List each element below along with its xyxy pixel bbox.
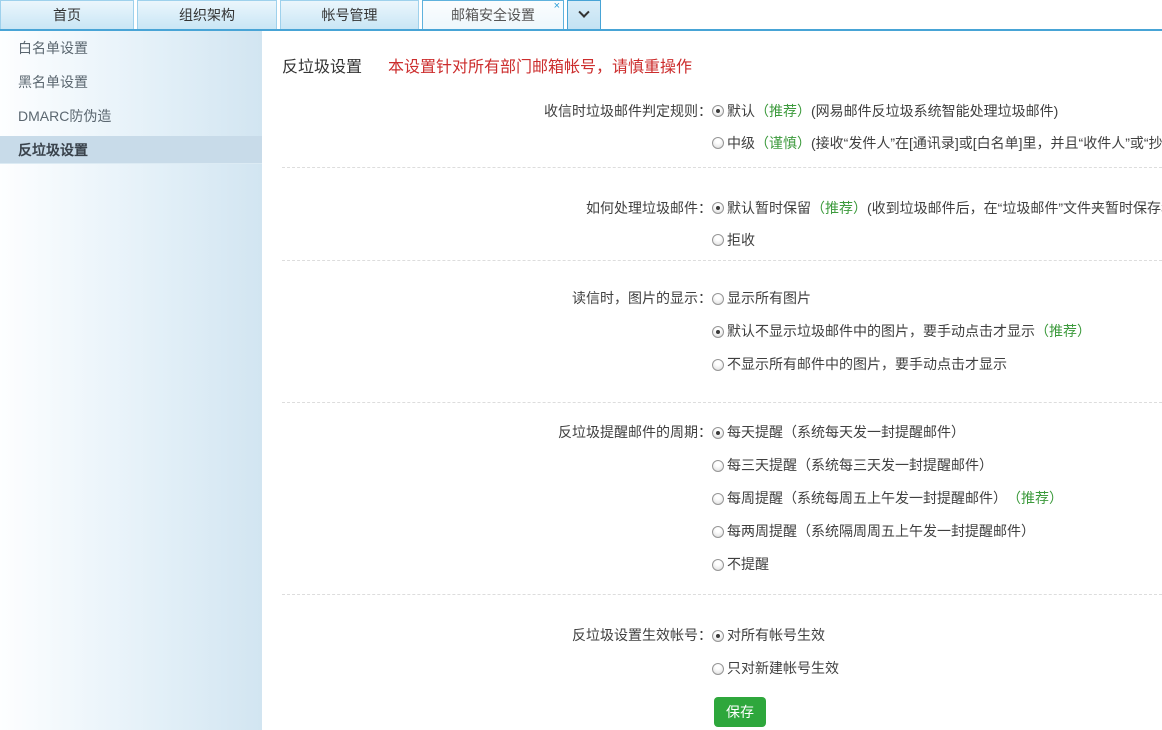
radio-option[interactable]: 每三天提醒（系统每三天发一封提醒邮件） [712,449,1162,482]
sidebar: 白名单设置 黑名单设置 DMARC防伪造 反垃圾设置 [0,31,262,730]
page-title: 反垃圾设置 [282,53,362,77]
tab-home[interactable]: 首页 [0,0,134,29]
radio-option[interactable]: 每两周提醒（系统隔周周五上午发一封提醒邮件） [712,515,1162,548]
radio-button[interactable] [712,559,724,571]
option-text: 只对新建帐号生效 [727,652,839,685]
recommend-tag: （推荐） [811,198,867,218]
section-reminder-cycle: 反垃圾提醒邮件的周期： 每天提醒（系统每天发一封提醒邮件） 每三天提醒（系统每三… [262,416,1162,581]
radio-button[interactable] [712,460,724,472]
radio-button[interactable] [712,293,724,305]
section-spam-handling: 如何处理垃圾邮件： 默认暂时保留 （推荐） (收到垃圾邮件后，在“垃圾邮件”文件… [262,192,1162,256]
tab-label: 组织架构 [179,5,235,25]
radio-option[interactable]: 每周提醒（系统每周五上午发一封提醒邮件） （推荐） [712,482,1162,515]
section-divider [282,594,1162,595]
radio-button[interactable] [712,234,724,246]
sidebar-item-whitelist[interactable]: 白名单设置 [0,31,262,65]
section-label: 反垃圾提醒邮件的周期： [262,416,712,449]
radio-button[interactable] [712,137,724,149]
section-label: 反垃圾设置生效帐号： [262,619,712,652]
radio-button[interactable] [712,202,724,214]
recommend-tag: （推荐） [1007,482,1063,515]
option-text: 不显示所有邮件中的图片，要手动点击才显示 [727,348,1007,381]
option-text: 每天提醒（系统每天发一封提醒邮件） [727,416,965,449]
radio-option[interactable]: 每天提醒（系统每天发一封提醒邮件） [712,416,1162,449]
sidebar-item-blacklist[interactable]: 黑名单设置 [0,65,262,99]
option-text: 默认不显示垃圾邮件中的图片，要手动点击才显示 [727,315,1035,348]
option-text: 默认暂时保留 [727,198,811,218]
section-spam-judgement-rule: 收信时垃圾邮件判定规则： 默认 （推荐） (网易邮件反垃圾系统智能处理垃圾邮件)… [262,95,1162,159]
section-divider [282,402,1162,403]
tab-bar: 首页 组织架构 帐号管理 邮箱安全设置 × [0,0,1162,31]
option-text: 显示所有图片 [727,282,811,315]
tab-label: 帐号管理 [322,5,378,25]
radio-option[interactable]: 默认不显示垃圾邮件中的图片，要手动点击才显示 （推荐） [712,315,1162,348]
recommend-tag: （推荐） [1035,315,1091,348]
radio-option[interactable]: 拒收 [712,224,1162,256]
section-image-display: 读信时，图片的显示： 显示所有图片 默认不显示垃圾邮件中的图片，要手动点击才显示… [262,282,1162,381]
sidebar-item-antispam[interactable]: 反垃圾设置 [0,136,262,164]
option-text: 中级 [727,133,755,153]
warning-text: 本设置针对所有部门邮箱帐号，请慎重操作 [388,53,692,77]
radio-option[interactable]: 对所有帐号生效 [712,619,1162,652]
save-button[interactable]: 保存 [714,697,766,727]
tab-organization[interactable]: 组织架构 [137,0,277,29]
radio-button[interactable] [712,326,724,338]
radio-button[interactable] [712,359,724,371]
tab-list-dropdown-button[interactable] [567,0,601,29]
option-text: 拒收 [727,230,755,250]
option-text: 不提醒 [727,548,769,581]
radio-option[interactable]: 只对新建帐号生效 [712,652,1162,685]
radio-button[interactable] [712,427,724,439]
option-note: (收到垃圾邮件后，在“垃圾邮件”文件夹暂时保存30天) [867,198,1162,218]
section-effective-accounts: 反垃圾设置生效帐号： 对所有帐号生效 只对新建帐号生效 [262,619,1162,685]
section-label: 收信时垃圾邮件判定规则： [262,95,712,127]
sidebar-item-label: 反垃圾设置 [18,142,88,158]
option-text: 对所有帐号生效 [727,619,825,652]
tab-mail-security-settings[interactable]: 邮箱安全设置 × [422,0,564,29]
radio-option[interactable]: 不显示所有邮件中的图片，要手动点击才显示 [712,348,1162,381]
radio-button[interactable] [712,630,724,642]
sidebar-item-label: 白名单设置 [18,40,88,56]
close-tab-icon[interactable]: × [554,1,560,12]
option-text: 每周提醒（系统每周五上午发一封提醒邮件） [727,482,1007,515]
radio-option[interactable]: 不提醒 [712,548,1162,581]
section-label: 如何处理垃圾邮件： [262,192,712,224]
option-text: 每两周提醒（系统隔周周五上午发一封提醒邮件） [727,515,1035,548]
option-text: 每三天提醒（系统每三天发一封提醒邮件） [727,449,993,482]
sidebar-item-label: 黑名单设置 [18,74,88,90]
sidebar-item-label: DMARC防伪造 [18,108,111,124]
tab-account-management[interactable]: 帐号管理 [280,0,419,29]
sidebar-item-dmarc[interactable]: DMARC防伪造 [0,99,262,133]
radio-option[interactable]: 默认暂时保留 （推荐） (收到垃圾邮件后，在“垃圾邮件”文件夹暂时保存30天) [712,192,1162,224]
radio-button[interactable] [712,105,724,117]
radio-option[interactable]: 默认 （推荐） (网易邮件反垃圾系统智能处理垃圾邮件) [712,95,1162,127]
option-note: (网易邮件反垃圾系统智能处理垃圾邮件) [811,101,1058,121]
radio-option[interactable]: 显示所有图片 [712,282,1162,315]
tab-label: 首页 [53,5,81,25]
caution-tag: （谨慎） [755,133,811,153]
chevron-down-icon [578,7,589,18]
section-divider [282,260,1162,261]
main-content: 反垃圾设置 本设置针对所有部门邮箱帐号，请慎重操作 收信时垃圾邮件判定规则： 默… [262,31,1162,730]
tab-label: 邮箱安全设置 [451,5,535,25]
radio-button[interactable] [712,526,724,538]
section-divider [282,167,1162,168]
radio-option[interactable]: 中级 （谨慎） (接收“发件人”在[通讯录]或[白名单]里，并且“收件人”或“抄… [712,127,1162,159]
recommend-tag: （推荐） [755,101,811,121]
page-header: 反垃圾设置 本设置针对所有部门邮箱帐号，请慎重操作 [262,31,1162,77]
section-label: 读信时，图片的显示： [262,282,712,315]
option-text: 默认 [727,101,755,121]
save-row: 保存 [262,697,1162,727]
option-note: (接收“发件人”在[通讯录]或[白名单]里，并且“收件人”或“抄送人”包含您的邮… [811,133,1162,153]
radio-button[interactable] [712,493,724,505]
radio-button[interactable] [712,663,724,675]
